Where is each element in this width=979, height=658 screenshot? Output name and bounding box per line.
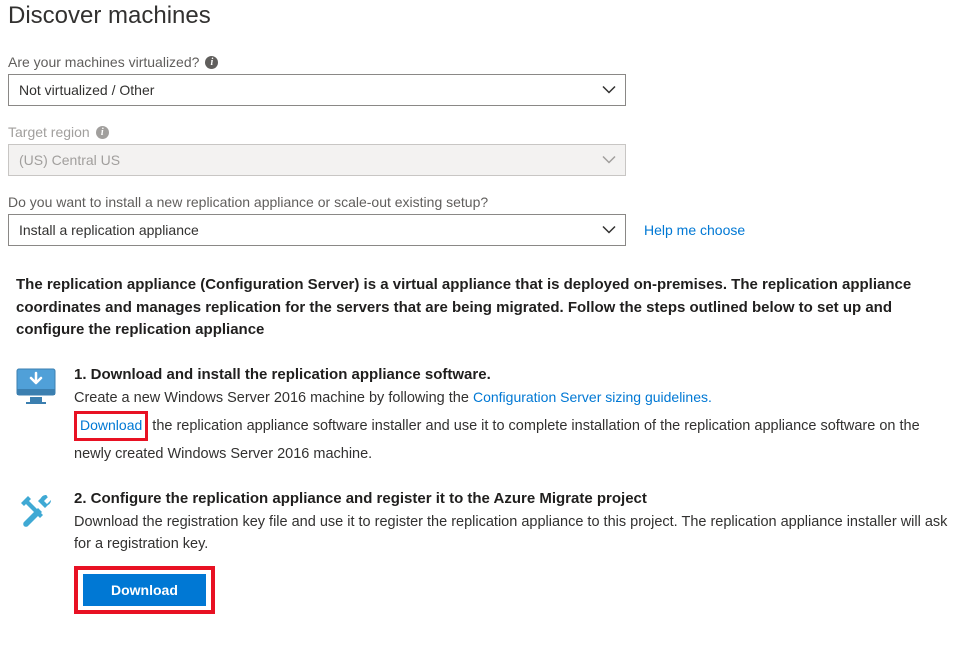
appliance-choice-label: Do you want to install a new replication… <box>8 194 959 210</box>
page-title: Discover machines <box>8 2 959 30</box>
tools-icon <box>16 490 56 614</box>
region-value: (US) Central US <box>19 152 120 168</box>
sizing-guidelines-link[interactable]: Configuration Server sizing guidelines. <box>473 389 712 405</box>
info-icon[interactable]: i <box>205 56 218 69</box>
step-2-text: Download the registration key file and u… <box>74 511 951 556</box>
virtualized-value: Not virtualized / Other <box>19 82 154 98</box>
step-2-title: 2. Configure the replication appliance a… <box>74 490 951 507</box>
virtualized-field: Are your machines virtualized? i Not vir… <box>8 54 959 106</box>
step-2: 2. Configure the replication appliance a… <box>8 490 959 614</box>
download-link[interactable]: Download <box>80 417 142 433</box>
step-1-posttext: the replication appliance software insta… <box>74 418 920 462</box>
help-me-choose-link[interactable]: Help me choose <box>644 222 745 238</box>
appliance-choice-field: Do you want to install a new replication… <box>8 194 959 246</box>
virtualized-select[interactable]: Not virtualized / Other <box>8 74 626 106</box>
step-1-title: 1. Download and install the replication … <box>74 366 951 383</box>
download-button[interactable]: Download <box>83 574 206 606</box>
step-1-pretext: Create a new Windows Server 2016 machine… <box>74 390 473 406</box>
appliance-choice-value: Install a replication appliance <box>19 222 199 238</box>
virtualized-label-text: Are your machines virtualized? <box>8 54 199 70</box>
info-icon: i <box>96 126 109 139</box>
appliance-choice-select[interactable]: Install a replication appliance <box>8 214 626 246</box>
download-button-highlight: Download <box>74 566 215 614</box>
region-select: (US) Central US <box>8 144 626 176</box>
virtualized-label: Are your machines virtualized? i <box>8 54 959 70</box>
intro-text: The replication appliance (Configuration… <box>8 274 959 342</box>
monitor-download-icon <box>16 366 56 466</box>
download-link-highlight: Download <box>74 411 148 441</box>
step-1: 1. Download and install the replication … <box>8 366 959 466</box>
region-label: Target region i <box>8 124 959 140</box>
region-label-text: Target region <box>8 124 90 140</box>
region-field: Target region i (US) Central US <box>8 124 959 176</box>
step-1-text: Create a new Windows Server 2016 machine… <box>74 387 951 466</box>
